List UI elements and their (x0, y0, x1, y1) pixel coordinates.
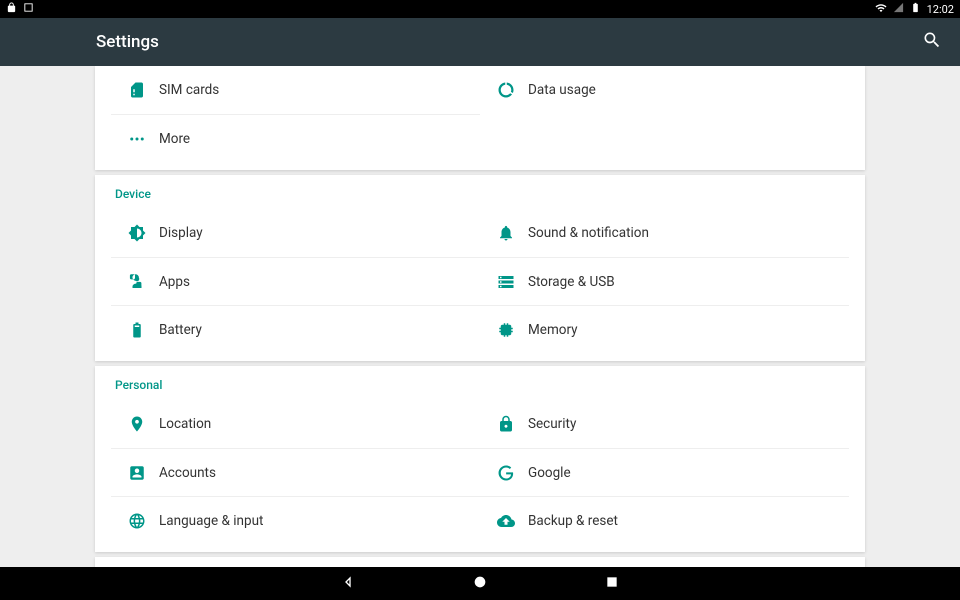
section-header: Device (95, 175, 865, 209)
content-area: SIM cards More Data usage Device (0, 66, 960, 567)
back-button[interactable] (340, 574, 356, 594)
backup-icon (484, 512, 528, 530)
item-battery[interactable]: Battery (111, 305, 480, 353)
item-label: Sound & notification (528, 225, 649, 241)
item-label: Data usage (528, 82, 596, 98)
location-icon (115, 415, 159, 433)
item-sound[interactable]: Sound & notification (480, 209, 849, 257)
item-label: Storage & USB (528, 274, 615, 290)
item-accounts[interactable]: Accounts (111, 448, 480, 496)
battery-icon (115, 321, 159, 339)
section-header: System (95, 557, 865, 567)
language-icon (115, 512, 159, 530)
item-label: Security (528, 416, 576, 432)
item-label: Backup & reset (528, 513, 618, 529)
search-icon[interactable] (922, 30, 942, 54)
more-horiz-icon (115, 130, 159, 148)
accounts-icon (115, 464, 159, 482)
section-header: Personal (95, 366, 865, 400)
screenshot-icon (23, 2, 34, 16)
item-display[interactable]: Display (111, 209, 480, 257)
item-label: SIM cards (159, 82, 219, 98)
navigation-bar (0, 567, 960, 600)
memory-icon (484, 321, 528, 339)
item-location[interactable]: Location (111, 400, 480, 448)
item-label: Battery (159, 322, 202, 338)
section-system: System (95, 557, 865, 567)
item-label: Location (159, 416, 211, 432)
status-time: 12:02 (927, 3, 954, 16)
wifi-icon (875, 2, 887, 17)
home-button[interactable] (472, 574, 488, 594)
section-personal: Personal Location Accounts Language & in… (95, 366, 865, 552)
item-label: Apps (159, 274, 190, 290)
item-language[interactable]: Language & input (111, 496, 480, 544)
item-apps[interactable]: Apps (111, 257, 480, 305)
status-bar: 12:02 (0, 0, 960, 18)
display-icon (115, 224, 159, 242)
item-sim-cards[interactable]: SIM cards (111, 66, 480, 114)
item-label: Memory (528, 322, 578, 338)
signal-icon (893, 2, 904, 16)
sim-card-icon (115, 81, 159, 99)
storage-icon (484, 273, 528, 291)
recent-button[interactable] (604, 574, 620, 594)
item-label: Google (528, 465, 571, 481)
item-backup[interactable]: Backup & reset (480, 496, 849, 544)
item-data-usage[interactable]: Data usage (480, 66, 849, 114)
section-wireless-partial: SIM cards More Data usage (95, 66, 865, 170)
apps-icon (115, 273, 159, 291)
item-label: More (159, 131, 190, 147)
item-label: Accounts (159, 465, 216, 481)
lock-icon (6, 2, 17, 16)
lock-icon (484, 415, 528, 433)
item-label: Display (159, 225, 203, 241)
item-label: Language & input (159, 513, 263, 529)
item-memory[interactable]: Memory (480, 305, 849, 353)
google-icon (484, 464, 528, 482)
bell-icon (484, 224, 528, 242)
section-device: Device Display Apps Battery (95, 175, 865, 361)
app-bar: Settings (0, 18, 960, 66)
item-security[interactable]: Security (480, 400, 849, 448)
item-google[interactable]: Google (480, 448, 849, 496)
item-storage[interactable]: Storage & USB (480, 257, 849, 305)
page-title: Settings (96, 32, 159, 52)
battery-icon (910, 2, 921, 16)
data-usage-icon (484, 81, 528, 99)
item-more[interactable]: More (111, 114, 480, 162)
